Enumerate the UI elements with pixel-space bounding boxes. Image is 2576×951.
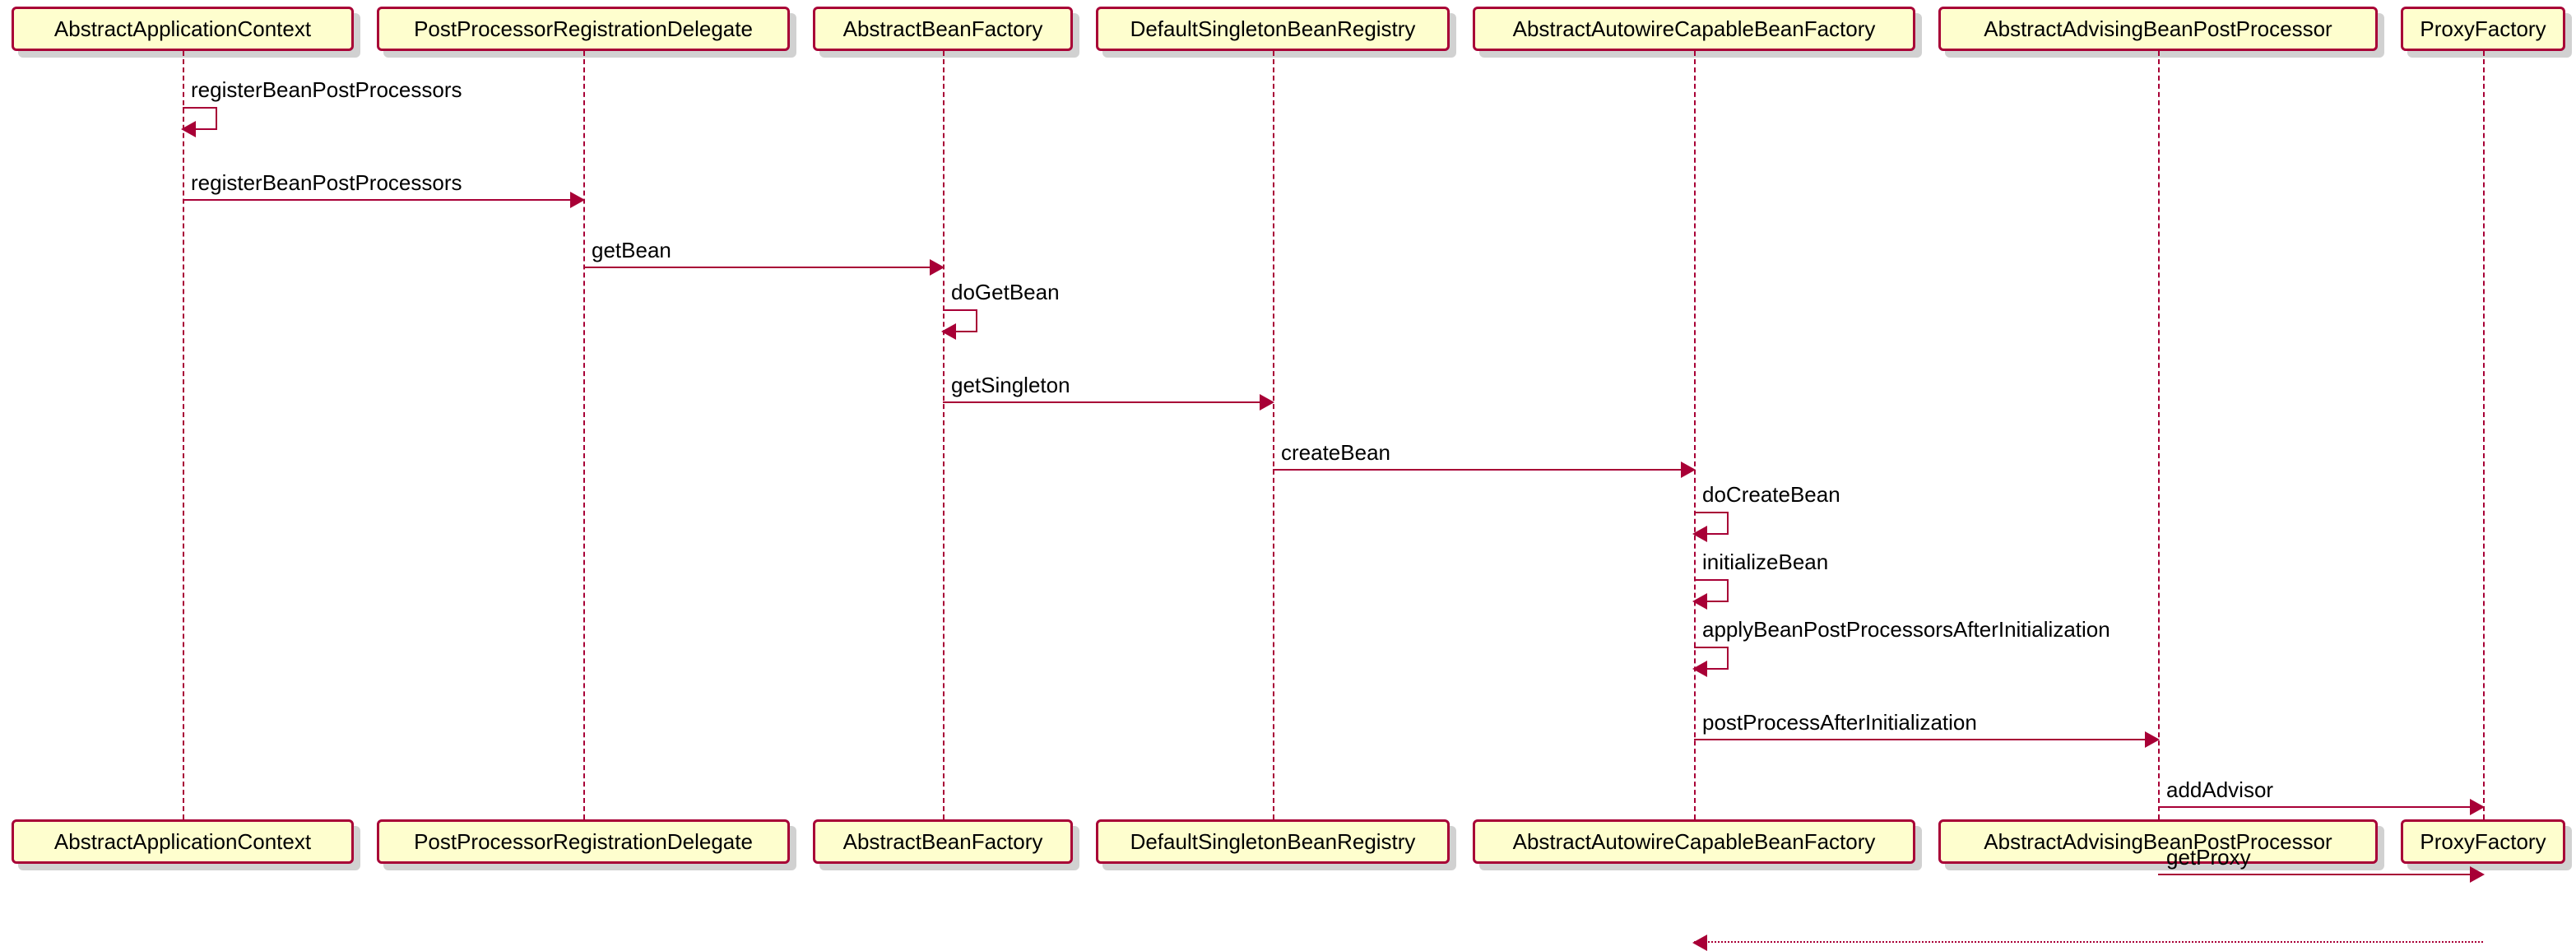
message-label: registerBeanPostProcessors	[191, 77, 462, 103]
message-label: doGetBean	[951, 280, 1060, 305]
participant-label: ProxyFactory	[2420, 16, 2546, 42]
message-label: addAdvisor	[2166, 777, 2273, 803]
message-return	[1694, 941, 2483, 943]
participant-p0-top: AbstractApplicationContext	[12, 7, 354, 51]
arrow-left-icon	[181, 121, 196, 137]
participant-label: DefaultSingletonBeanRegistry	[1130, 16, 1416, 42]
message-label: getProxy	[2166, 845, 2251, 870]
lifeline-p5	[2158, 51, 2160, 819]
participant-label: AbstractBeanFactory	[843, 16, 1043, 42]
participant-p0-bottom: AbstractApplicationContext	[12, 819, 354, 864]
arrow-right-icon	[1681, 462, 1696, 478]
participant-label: DefaultSingletonBeanRegistry	[1130, 829, 1416, 855]
participant-p6-bottom: ProxyFactory	[2401, 819, 2565, 864]
message-label: createBean	[1281, 440, 1390, 466]
message-label: registerBeanPostProcessors	[191, 170, 462, 196]
message-call: registerBeanPostProcessors	[183, 199, 583, 201]
arrow-right-icon	[570, 192, 585, 208]
participant-p5-top: AbstractAdvisingBeanPostProcessor	[1938, 7, 2378, 51]
arrow-right-icon	[2470, 799, 2485, 815]
message-call: createBean	[1273, 469, 1694, 471]
message-call: getBean	[583, 267, 943, 268]
participant-p2-bottom: AbstractBeanFactory	[813, 819, 1073, 864]
arrow-right-icon	[930, 259, 945, 276]
arrow-right-icon	[2470, 866, 2485, 883]
participant-p6-top: ProxyFactory	[2401, 7, 2565, 51]
participant-p3-top: DefaultSingletonBeanRegistry	[1096, 7, 1450, 51]
lifeline-p6	[2483, 51, 2485, 819]
message-label: applyBeanPostProcessorsAfterInitializati…	[1702, 617, 2110, 643]
message-call: getSingleton	[943, 401, 1273, 403]
participant-p1-bottom: PostProcessorRegistrationDelegate	[377, 819, 790, 864]
arrow-left-icon	[1692, 661, 1707, 677]
lifeline-p0	[183, 51, 184, 819]
arrow-left-icon	[941, 323, 956, 340]
participant-p4-top: AbstractAutowireCapableBeanFactory	[1473, 7, 1915, 51]
participant-label: AbstractAutowireCapableBeanFactory	[1513, 16, 1876, 42]
arrow-right-icon	[2145, 731, 2160, 748]
participant-p1-top: PostProcessorRegistrationDelegate	[377, 7, 790, 51]
message-label: initializeBean	[1702, 550, 1828, 575]
message-call: addAdvisor	[2158, 806, 2483, 808]
lifeline-p4	[1694, 51, 1696, 819]
participant-p2-top: AbstractBeanFactory	[813, 7, 1073, 51]
participant-label: AbstractAutowireCapableBeanFactory	[1513, 829, 1876, 855]
lifeline-p1	[583, 51, 585, 819]
message-label: postProcessAfterInitialization	[1702, 710, 1977, 735]
message-call: postProcessAfterInitialization	[1694, 739, 2158, 740]
sequence-diagram: AbstractApplicationContext AbstractApplic…	[0, 0, 2576, 870]
participant-label: AbstractBeanFactory	[843, 829, 1043, 855]
participant-p3-bottom: DefaultSingletonBeanRegistry	[1096, 819, 1450, 864]
arrow-left-icon	[1692, 593, 1707, 610]
message-label: doCreateBean	[1702, 482, 1840, 508]
arrow-left-icon	[1692, 526, 1707, 542]
participant-label: AbstractApplicationContext	[54, 16, 311, 42]
message-call: getProxy	[2158, 874, 2483, 875]
participant-label: AbstractAdvisingBeanPostProcessor	[1984, 16, 2332, 42]
arrow-right-icon	[1260, 394, 1274, 411]
participant-label: PostProcessorRegistrationDelegate	[414, 16, 753, 42]
participant-label: AbstractApplicationContext	[54, 829, 311, 855]
lifeline-p3	[1273, 51, 1274, 819]
message-label: getSingleton	[951, 373, 1070, 398]
participant-label: AbstractAdvisingBeanPostProcessor	[1984, 829, 2332, 855]
participant-p5-bottom: AbstractAdvisingBeanPostProcessor	[1938, 819, 2378, 864]
lifeline-p2	[943, 51, 945, 819]
participant-label: ProxyFactory	[2420, 829, 2546, 855]
participant-p4-bottom: AbstractAutowireCapableBeanFactory	[1473, 819, 1915, 864]
participant-label: PostProcessorRegistrationDelegate	[414, 829, 753, 855]
message-label: getBean	[592, 238, 671, 263]
arrow-left-icon	[1692, 935, 1707, 951]
